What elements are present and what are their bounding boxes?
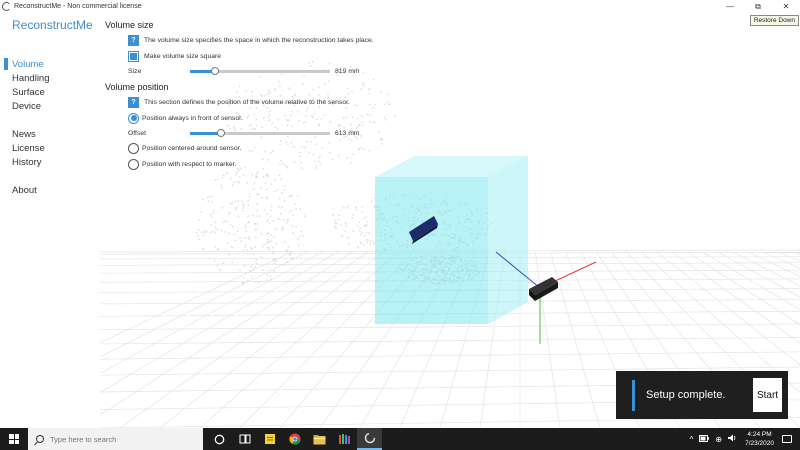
chrome-icon[interactable] [282, 428, 307, 450]
info-text: The volume size specifies the space in w… [144, 36, 374, 44]
close-button[interactable]: ✕ [772, 0, 800, 13]
sidebar-item-history[interactable]: History [4, 155, 50, 169]
reconstructme-taskbar-icon[interactable] [357, 428, 382, 450]
setup-toast: Setup complete. Start [616, 371, 788, 419]
slider-label: Size [128, 67, 142, 75]
active-indicator [4, 58, 8, 70]
radio-label: Position with respect to marker. [142, 160, 237, 168]
minimize-icon: — [726, 2, 734, 11]
start-button[interactable] [0, 428, 28, 450]
size-slider-row: Size 819 mm [105, 64, 405, 78]
cortana-icon[interactable] [207, 428, 232, 450]
network-icon[interactable]: ⊕ [715, 435, 722, 444]
app-brand: ReconstructMe [12, 18, 93, 32]
radio-label: Position always in front of sensor. [142, 114, 243, 122]
sidebar-item-about[interactable]: About [4, 183, 50, 197]
tray-overflow-icon[interactable]: ^ [690, 435, 694, 444]
minimize-button[interactable]: — [716, 0, 744, 13]
section-title-volume-position: Volume position [105, 82, 169, 92]
offset-slider[interactable] [190, 128, 330, 137]
start-button[interactable]: Start [753, 378, 782, 412]
slider-thumb[interactable] [211, 66, 220, 75]
reconstruction-volume [375, 156, 528, 324]
search-icon [36, 435, 44, 443]
windows-icon [9, 434, 19, 444]
offset-value: 613 mm [335, 129, 360, 137]
sidebar-item-label: History [12, 156, 42, 168]
task-view-icon[interactable] [232, 428, 257, 450]
clock[interactable]: 4:24 PM 7/23/2020 [745, 430, 774, 448]
sidebar-item-device[interactable]: Device [4, 99, 50, 113]
sidebar-item-label: Surface [12, 86, 45, 98]
sidebar-item-volume[interactable]: Volume [4, 57, 50, 71]
sidebar-item-label: Volume [12, 58, 44, 70]
help-icon[interactable]: ? [128, 34, 139, 46]
sidebar-item-license[interactable]: License [4, 141, 50, 155]
slider-label: Offset [128, 129, 147, 137]
info-row-volume-size: ? The volume size specifies the space in… [105, 32, 405, 48]
help-icon[interactable]: ? [128, 96, 139, 108]
sidebar-item-surface[interactable]: Surface [4, 85, 50, 99]
window-title: ReconstructMe - Non commercial license [14, 3, 142, 10]
toast-accent-bar [632, 380, 635, 411]
restore-icon: ⧉ [755, 1, 761, 11]
action-center-icon[interactable] [782, 435, 792, 443]
sidebar-item-label: News [12, 128, 36, 140]
settings-panel: Volume size ? The volume size specifies … [105, 18, 405, 172]
media-app-icon[interactable] [332, 428, 357, 450]
battery-icon[interactable] [699, 434, 710, 444]
square-checkbox[interactable] [128, 50, 139, 62]
radio-row-marker[interactable]: Position with respect to marker. [105, 156, 405, 172]
system-tray: ^ ⊕ 4:24 PM 7/23/2020 [687, 428, 792, 450]
taskbar-search[interactable] [28, 428, 203, 450]
checkbox-check-icon [130, 52, 137, 60]
app-icon [2, 2, 11, 11]
sidebar-item-news[interactable]: News [4, 127, 50, 141]
info-row-volume-position: ? This section defines the position of t… [105, 94, 405, 110]
radio-front[interactable] [128, 112, 139, 124]
sidebar-item-handling[interactable]: Handling [4, 71, 50, 85]
radio-row-front[interactable]: Position always in front of sensor. [105, 110, 405, 126]
info-text: This section defines the position of the… [144, 98, 350, 106]
title-bar: ReconstructMe - Non commercial license [0, 0, 800, 13]
clock-time: 4:24 PM [747, 431, 772, 438]
radio-row-centered[interactable]: Position centered around sensor. [105, 140, 405, 156]
taskbar-apps [207, 428, 382, 450]
volume-icon[interactable] [728, 434, 737, 444]
size-value: 819 mm [335, 67, 360, 75]
window-controls: — ⧉ ✕ [716, 0, 800, 13]
sidebar-item-label: Handling [12, 72, 50, 84]
sidebar-item-label: License [12, 142, 45, 154]
radio-selected-icon [130, 115, 137, 121]
sidebar-nav: Volume Handling Surface Device News Lice… [4, 57, 50, 197]
restore-button[interactable]: ⧉ [744, 0, 772, 13]
checkbox-row-square[interactable]: Make volume size square [105, 48, 405, 64]
sensor [529, 277, 558, 301]
size-slider[interactable] [190, 66, 330, 75]
checkbox-label: Make volume size square [144, 52, 222, 60]
offset-slider-row: Offset 613 mm [105, 126, 405, 140]
sidebar-item-label: Device [12, 100, 42, 112]
radio-marker[interactable] [128, 158, 139, 170]
search-input[interactable] [50, 434, 190, 444]
slider-thumb[interactable] [216, 128, 225, 137]
close-icon: ✕ [782, 2, 790, 11]
radio-centered[interactable] [128, 142, 139, 154]
taskbar: ^ ⊕ 4:24 PM 7/23/2020 [0, 428, 800, 450]
sidebar-item-label: About [12, 184, 37, 196]
toast-message: Setup complete. [646, 389, 726, 401]
file-explorer-icon[interactable] [307, 428, 332, 450]
section-title-volume-size: Volume size [105, 20, 154, 30]
radio-label: Position centered around sensor. [142, 144, 242, 152]
sticky-notes-icon[interactable] [257, 428, 282, 450]
clock-date: 7/23/2020 [745, 440, 774, 447]
